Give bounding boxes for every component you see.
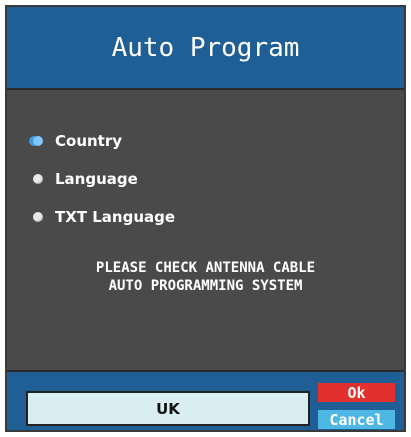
bottom-bar: UK Ok Cancel: [7, 370, 404, 430]
menu-item-country[interactable]: Country: [25, 122, 175, 160]
menu-item-label: Country: [55, 132, 123, 150]
menu-item-label: Language: [55, 170, 138, 188]
notice-message: PLEASE CHECK ANTENNA CABLE AUTO PROGRAMM…: [7, 259, 404, 295]
radio-bullet-icon: [33, 174, 43, 184]
radio-bullet-icon: [33, 212, 43, 222]
cancel-button[interactable]: Cancel: [318, 410, 395, 429]
radio-bullet-icon: [33, 136, 43, 146]
notice-line-1: PLEASE CHECK ANTENNA CABLE: [95, 260, 316, 276]
ok-button[interactable]: Ok: [318, 383, 395, 402]
title-bar: Auto Program: [7, 7, 404, 90]
menu-item-language[interactable]: Language: [25, 160, 175, 198]
dialog-title: Auto Program: [111, 32, 300, 63]
menu-item-txt-language[interactable]: TXT Language: [25, 198, 175, 236]
settings-menu: Country Language TXT Language: [25, 122, 175, 236]
notice-line-2: AUTO PROGRAMMING SYSTEM: [108, 278, 303, 294]
auto-program-dialog: Auto Program Country Language TXT Langua…: [5, 5, 406, 432]
menu-item-label: TXT Language: [55, 208, 176, 226]
selected-country-value[interactable]: UK: [26, 391, 310, 426]
